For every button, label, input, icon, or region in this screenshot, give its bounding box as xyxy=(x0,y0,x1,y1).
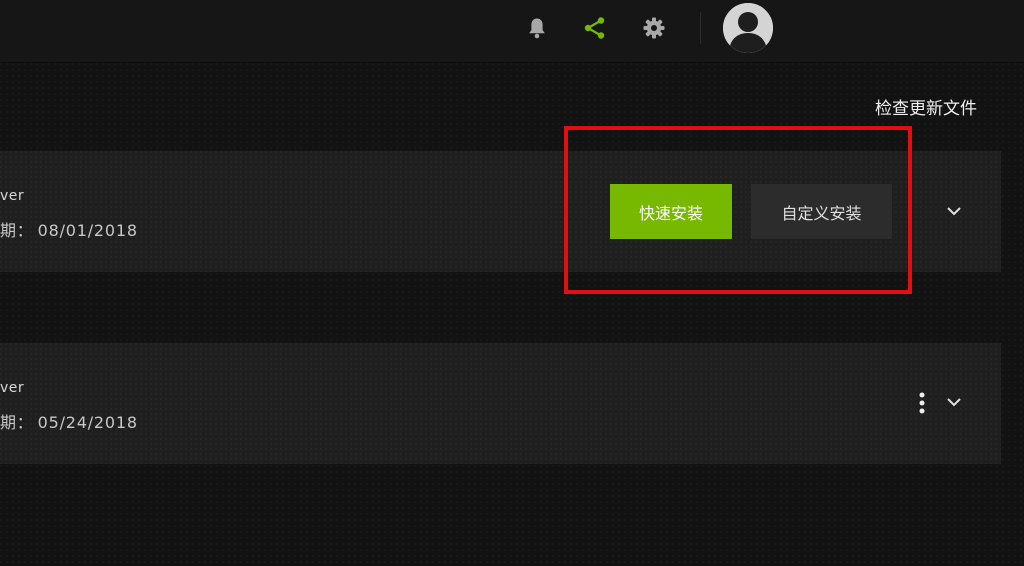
more-options-icon[interactable] xyxy=(913,391,931,415)
chevron-down-icon[interactable] xyxy=(944,392,964,412)
header-divider xyxy=(700,12,701,44)
release-date-value: 08/01/2018 xyxy=(37,221,138,240)
release-date-value: 05/24/2018 xyxy=(37,413,138,432)
top-bar xyxy=(0,0,1024,63)
driver-name: ver xyxy=(0,188,25,204)
release-date-label: 期： xyxy=(0,221,34,240)
avatar[interactable] xyxy=(723,3,773,53)
chevron-down-icon[interactable] xyxy=(944,201,964,221)
gear-icon[interactable] xyxy=(642,16,666,40)
bell-icon[interactable] xyxy=(525,16,549,40)
drivers-page xyxy=(0,63,1024,566)
driver-name: ver xyxy=(0,380,25,396)
release-date: 期： 05/24/2018 xyxy=(0,409,138,433)
share-icon[interactable] xyxy=(583,16,607,40)
release-date: 期： 08/01/2018 xyxy=(0,217,138,241)
express-install-button[interactable]: 快速安装 xyxy=(610,184,732,239)
check-updates-link[interactable]: 检查更新文件 xyxy=(875,94,977,119)
driver-card: ver 期： 08/01/2018 快速安装 自定义安装 xyxy=(0,151,1001,272)
custom-install-button[interactable]: 自定义安装 xyxy=(751,184,892,239)
release-date-label: 期： xyxy=(0,413,34,432)
driver-card: ver 期： 05/24/2018 xyxy=(0,343,1001,464)
